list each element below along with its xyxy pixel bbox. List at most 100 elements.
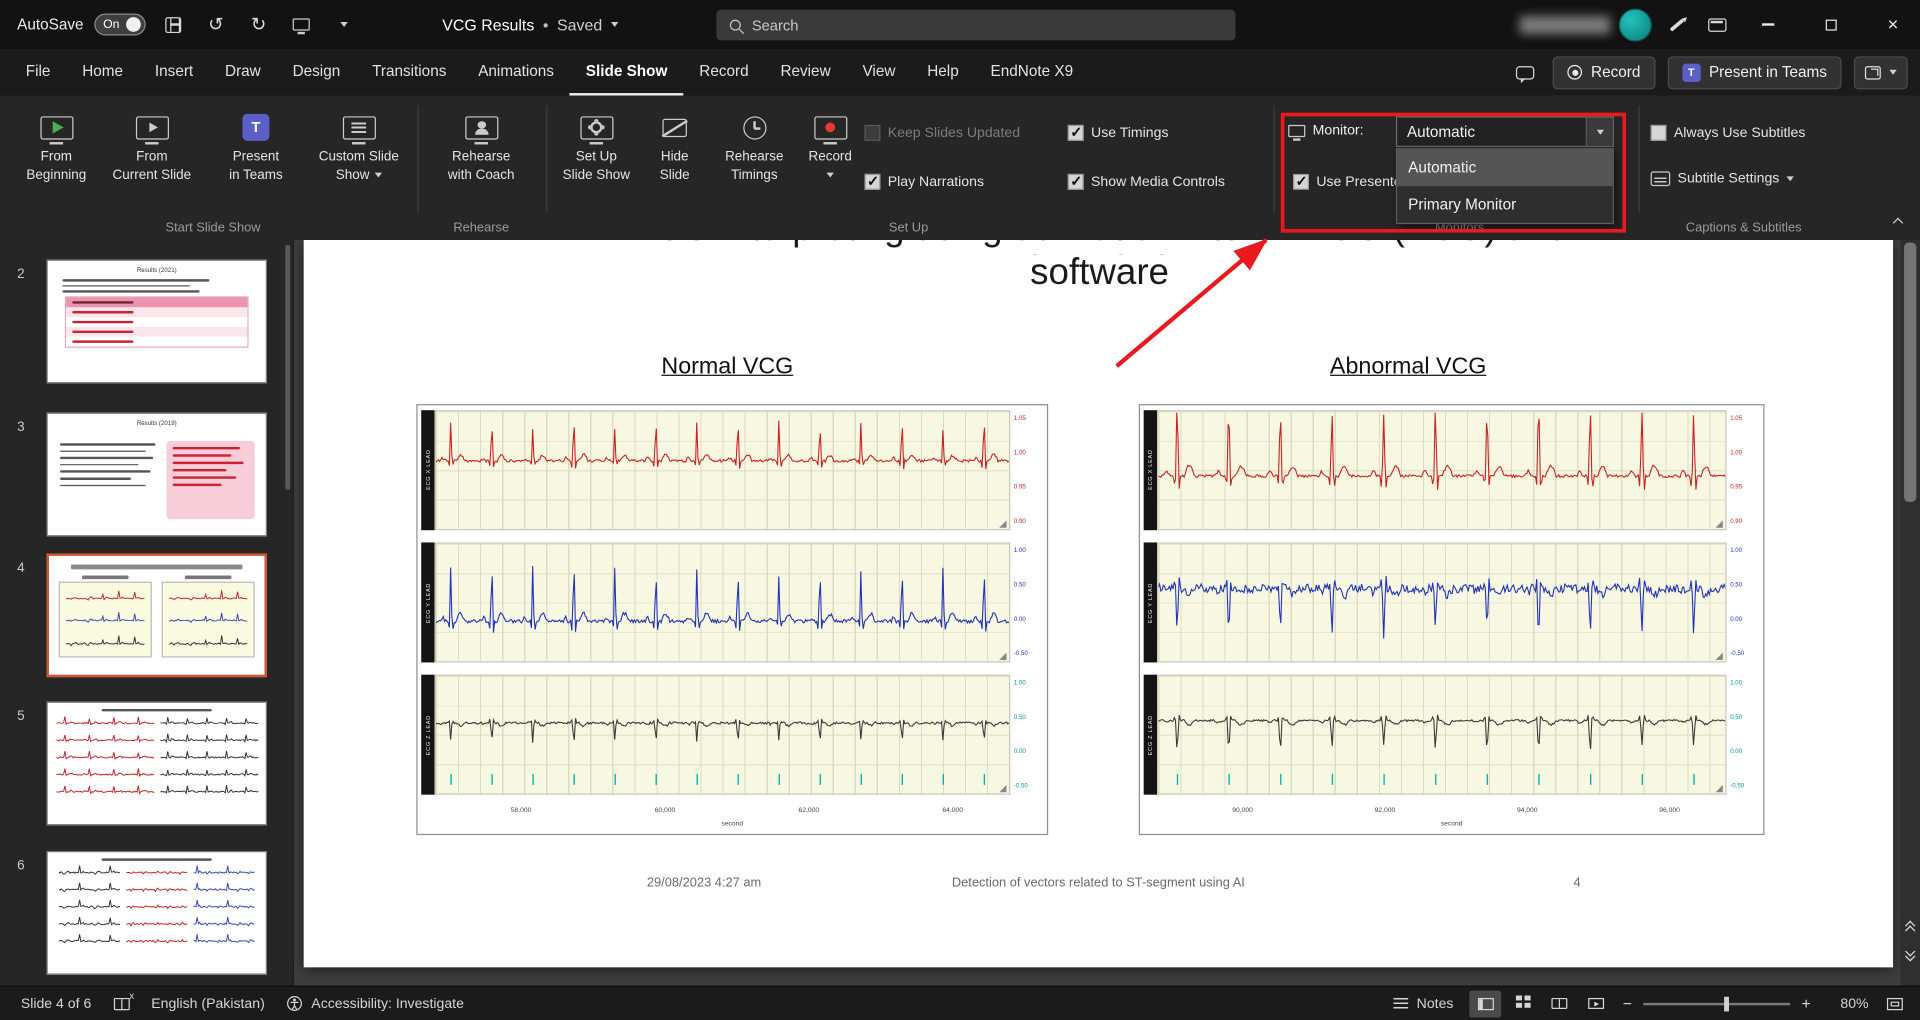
dropdown-option-primary-monitor[interactable]: Primary Monitor xyxy=(1397,186,1613,223)
view-slide-sorter-button[interactable] xyxy=(1506,990,1538,1017)
zoom-in-button[interactable]: + xyxy=(1795,990,1817,1017)
undo-button[interactable]: ↺ xyxy=(200,9,232,41)
menu-tab-review[interactable]: Review xyxy=(765,49,847,96)
start-slideshow-quick-button[interactable] xyxy=(286,9,318,41)
redo-button[interactable]: ↻ xyxy=(243,9,275,41)
view-reading-button[interactable] xyxy=(1543,990,1575,1017)
keep-slides-updated-checkbox[interactable]: Keep Slides Updated xyxy=(864,124,1021,141)
scrollbar-thumb[interactable] xyxy=(1904,242,1917,503)
thumbnail-text-bar xyxy=(62,279,210,282)
heading-abnormal-vcg[interactable]: Abnormal VCG xyxy=(1286,354,1531,381)
normal-view-icon xyxy=(1477,997,1494,1010)
user-avatar[interactable] xyxy=(1618,7,1652,42)
present-in-teams-button[interactable]: T Present in Teams xyxy=(1667,55,1842,89)
autosave-toggle[interactable]: On xyxy=(94,13,146,36)
view-slideshow-button[interactable] xyxy=(1580,990,1612,1017)
ribbon-display-options-button[interactable] xyxy=(1701,9,1733,41)
set-up-slide-show-button[interactable]: Set Up Slide Show xyxy=(553,108,639,184)
thumbnail-mini-chart xyxy=(58,581,152,658)
previous-slide-button[interactable] xyxy=(1900,912,1920,940)
zoom-slider-thumb[interactable] xyxy=(1724,996,1729,1011)
menu-tab-transitions[interactable]: Transitions xyxy=(356,49,462,96)
document-title[interactable]: VCG Results • Saved xyxy=(442,15,619,34)
menu-tab-home[interactable]: Home xyxy=(66,49,139,96)
checkbox-label: Keep Slides Updated xyxy=(887,125,1021,141)
thumbnail-slide-2[interactable]: Results (2021) xyxy=(46,259,267,384)
thumbnail-slide-5[interactable] xyxy=(46,701,267,826)
next-slide-button[interactable] xyxy=(1900,941,1920,969)
menu-tab-slide-show[interactable]: Slide Show xyxy=(569,49,684,96)
group-label-rehearse: Rehearse xyxy=(453,220,510,236)
thumbnail-slide-3[interactable]: Results (2019) xyxy=(46,412,267,537)
subtitle-settings-button[interactable]: Subtitle Settings xyxy=(1650,171,1795,187)
inking-pen-button[interactable] xyxy=(1660,9,1692,41)
slide-4[interactable]: VCG interpreting using derivation into 1… xyxy=(303,240,1894,968)
thumbnail-slide-6[interactable] xyxy=(46,851,267,975)
present-in-teams-ribbon-button[interactable]: T Present in Teams xyxy=(208,108,304,184)
record-button[interactable]: Record xyxy=(1553,55,1656,89)
monitor-play-icon xyxy=(39,115,73,139)
notes-button[interactable]: Notes xyxy=(1382,996,1464,1011)
view-normal-button[interactable] xyxy=(1469,990,1502,1017)
from-current-slide-button[interactable]: From Current Slide xyxy=(100,108,203,184)
comment-icon xyxy=(1515,65,1535,84)
comments-button[interactable] xyxy=(1509,56,1541,88)
quick-access-toolbar-chevron[interactable] xyxy=(328,9,360,41)
document-name: VCG Results xyxy=(442,15,535,34)
checkbox-icon xyxy=(1293,173,1309,190)
abnormal-vcg-chart[interactable]: ECG X LEAD 1.05 1.00 0.95 0.90 ECG Y LEAD 1.00… xyxy=(1138,404,1765,836)
heading-normal-vcg[interactable]: Normal VCG xyxy=(605,354,850,381)
use-presenter-view-checkbox[interactable]: Use Presenter View xyxy=(1293,173,1401,190)
vcg-panel: ECG Z LEAD 1.00 0.50 0.00 -0.50 xyxy=(421,674,1043,795)
zoom-percentage[interactable]: 80% xyxy=(1827,996,1868,1011)
custom-slide-show-button[interactable]: Custom Slide Show xyxy=(309,108,409,184)
fit-slide-to-window-button[interactable] xyxy=(1878,990,1910,1017)
from-beginning-button[interactable]: From Beginning xyxy=(17,108,95,184)
menu-tab-help[interactable]: Help xyxy=(911,49,974,96)
hide-slide-button[interactable]: Hide Slide xyxy=(644,108,705,184)
collapse-ribbon-button[interactable] xyxy=(1888,216,1908,231)
mini-ecg-row xyxy=(55,732,258,747)
save-button[interactable] xyxy=(157,9,189,41)
footer-page-number[interactable]: 4 xyxy=(1573,876,1580,891)
slide-title[interactable]: software xyxy=(610,252,1590,294)
always-use-subtitles-checkbox[interactable]: Always Use Subtitles xyxy=(1650,124,1805,141)
thumbnails-scrollbar[interactable] xyxy=(285,244,291,490)
vertical-scrollbar[interactable] xyxy=(1900,240,1920,986)
menu-tab-endnote[interactable]: EndNote X9 xyxy=(975,49,1089,96)
menu-tab-file[interactable]: File xyxy=(10,49,67,96)
menu-tab-view[interactable]: View xyxy=(847,49,912,96)
dropdown-button[interactable] xyxy=(1585,117,1613,146)
close-button[interactable]: × xyxy=(1866,0,1920,49)
zoom-out-button[interactable]: − xyxy=(1616,990,1638,1017)
accessibility-checker-button[interactable]: Accessibility: Investigate xyxy=(276,987,475,1020)
rehearse-with-coach-button[interactable]: Rehearse with Coach xyxy=(429,108,534,184)
show-media-controls-checkbox[interactable]: Show Media Controls xyxy=(1067,173,1225,190)
button-label: Beginning xyxy=(26,167,87,183)
search-box[interactable]: Search xyxy=(716,9,1236,41)
group-separator xyxy=(1273,105,1275,214)
rehearse-timings-button[interactable]: Rehearse Timings xyxy=(710,108,798,184)
spelling-check-button[interactable] xyxy=(102,987,140,1020)
menu-tab-animations[interactable]: Animations xyxy=(462,49,570,96)
thumbnail-slide-4-selected[interactable] xyxy=(46,553,267,678)
minimize-button[interactable] xyxy=(1741,0,1795,49)
share-button[interactable] xyxy=(1853,55,1908,89)
menu-tab-record[interactable]: Record xyxy=(683,49,764,96)
dropdown-option-automatic[interactable]: Automatic xyxy=(1397,149,1613,187)
menu-tab-insert[interactable]: Insert xyxy=(139,49,209,96)
monitor-dropdown[interactable]: Automatic xyxy=(1395,116,1614,147)
record-ribbon-button[interactable]: Record xyxy=(801,108,860,184)
menu-tab-design[interactable]: Design xyxy=(277,49,356,96)
play-narrations-checkbox[interactable]: Play Narrations xyxy=(864,173,984,190)
hide-slide-icon xyxy=(662,118,687,137)
language-button[interactable]: English (Pakistan) xyxy=(140,987,276,1020)
thumbnail-text-bar xyxy=(62,284,190,287)
normal-vcg-chart[interactable]: ECG X LEAD 1.05 1.00 0.95 0.90 ECG Y LEAD 1.00… xyxy=(416,404,1049,836)
use-timings-checkbox[interactable]: Use Timings xyxy=(1067,124,1169,141)
zoom-slider[interactable] xyxy=(1643,996,1791,1011)
mini-ecg-row xyxy=(55,864,258,879)
footer-title[interactable]: Detection of vectors related to ST-segme… xyxy=(304,876,1893,891)
maximize-button[interactable] xyxy=(1804,0,1858,49)
menu-tab-draw[interactable]: Draw xyxy=(209,49,277,96)
